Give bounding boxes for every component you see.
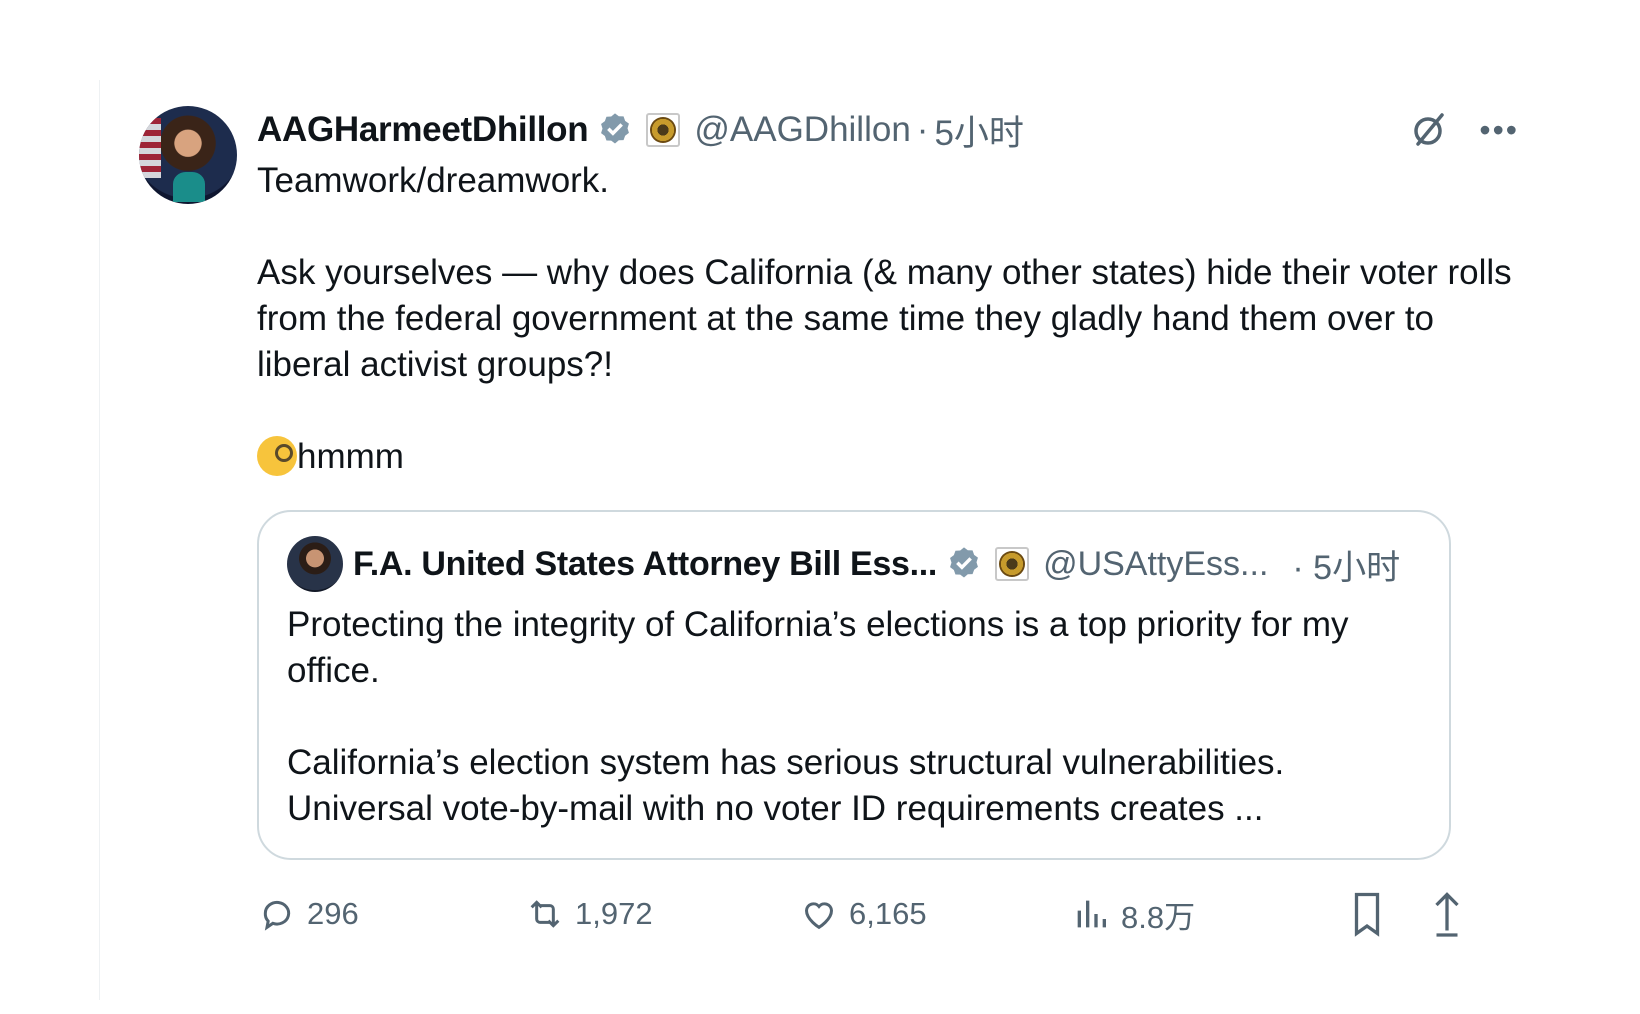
heart-icon bbox=[804, 902, 834, 930]
like-button[interactable]: 6,165 bbox=[799, 894, 1071, 934]
views-count: 8.8万 bbox=[1121, 899, 1196, 935]
quoted-author-avatar[interactable] bbox=[287, 536, 343, 592]
timeline-divider bbox=[99, 80, 100, 1000]
tweet-line-3-text: hmmm bbox=[297, 437, 404, 476]
bookmark-icon[interactable] bbox=[1349, 889, 1385, 939]
quoted-tweet[interactable]: F.A. United States Attorney Bill Ess... … bbox=[257, 510, 1451, 860]
tweet-line-3: hmmm bbox=[257, 434, 1519, 480]
quoted-verified-badge-icon bbox=[950, 547, 978, 578]
reply-button[interactable]: 296 bbox=[257, 894, 525, 934]
tweet-line-2: Ask yourselves — why does California (& … bbox=[257, 253, 1512, 384]
like-count: 6,165 bbox=[849, 896, 927, 931]
tweet-text: Teamwork/dreamwork. Ask yourselves — why… bbox=[257, 158, 1519, 480]
views-button[interactable]: 8.8万 bbox=[1071, 892, 1343, 937]
scarf-decoration bbox=[173, 172, 205, 202]
reply-count: 296 bbox=[307, 896, 359, 931]
views-chart-icon bbox=[1077, 900, 1106, 928]
quoted-author-name[interactable]: F.A. United States Attorney Bill Ess... bbox=[353, 545, 937, 584]
reply-icon bbox=[263, 900, 291, 931]
top-actions: ••• bbox=[1409, 106, 1519, 154]
quoted-timestamp[interactable]: · 5小时 bbox=[1292, 540, 1400, 589]
repost-icon bbox=[530, 900, 560, 928]
quoted-tweet-text: Protecting the integrity of California’s… bbox=[287, 602, 1421, 832]
separator-dot: · bbox=[916, 110, 929, 149]
engagement-bar: 296 1,972 6,165 8.8万 bbox=[257, 890, 1519, 938]
verified-badge-icon bbox=[601, 113, 630, 144]
author-avatar[interactable] bbox=[139, 106, 237, 204]
quoted-line-2: California’s election system has serious… bbox=[287, 743, 1285, 828]
quoted-author-handle[interactable]: @USAttyEss... bbox=[1043, 545, 1268, 584]
repost-button[interactable]: 1,972 bbox=[525, 894, 799, 934]
share-icon[interactable] bbox=[1429, 889, 1465, 939]
government-seal-icon bbox=[646, 113, 681, 147]
monocle-face-emoji-icon bbox=[257, 436, 297, 476]
grok-icon[interactable] bbox=[1409, 110, 1449, 150]
quoted-government-seal-icon bbox=[995, 547, 1030, 581]
author-name[interactable]: AAGHarmeetDhillon bbox=[257, 110, 589, 150]
tweet-header: AAGHarmeetDhillon @AAGDhillon · 5小时 bbox=[257, 106, 1519, 154]
more-options-icon[interactable]: ••• bbox=[1479, 114, 1519, 146]
quoted-tweet-header: F.A. United States Attorney Bill Ess... … bbox=[287, 536, 1421, 592]
tweet-body: AAGHarmeetDhillon @AAGDhillon · 5小时 ••• … bbox=[257, 106, 1519, 937]
repost-count: 1,972 bbox=[575, 896, 653, 931]
flag-decoration bbox=[139, 118, 161, 178]
quoted-line-1: Protecting the integrity of California’s… bbox=[287, 605, 1349, 690]
author-handle[interactable]: @AAGDhillon bbox=[694, 110, 910, 150]
timestamp[interactable]: 5小时 bbox=[934, 105, 1023, 156]
tweet-line-1: Teamwork/dreamwork. bbox=[257, 161, 610, 200]
